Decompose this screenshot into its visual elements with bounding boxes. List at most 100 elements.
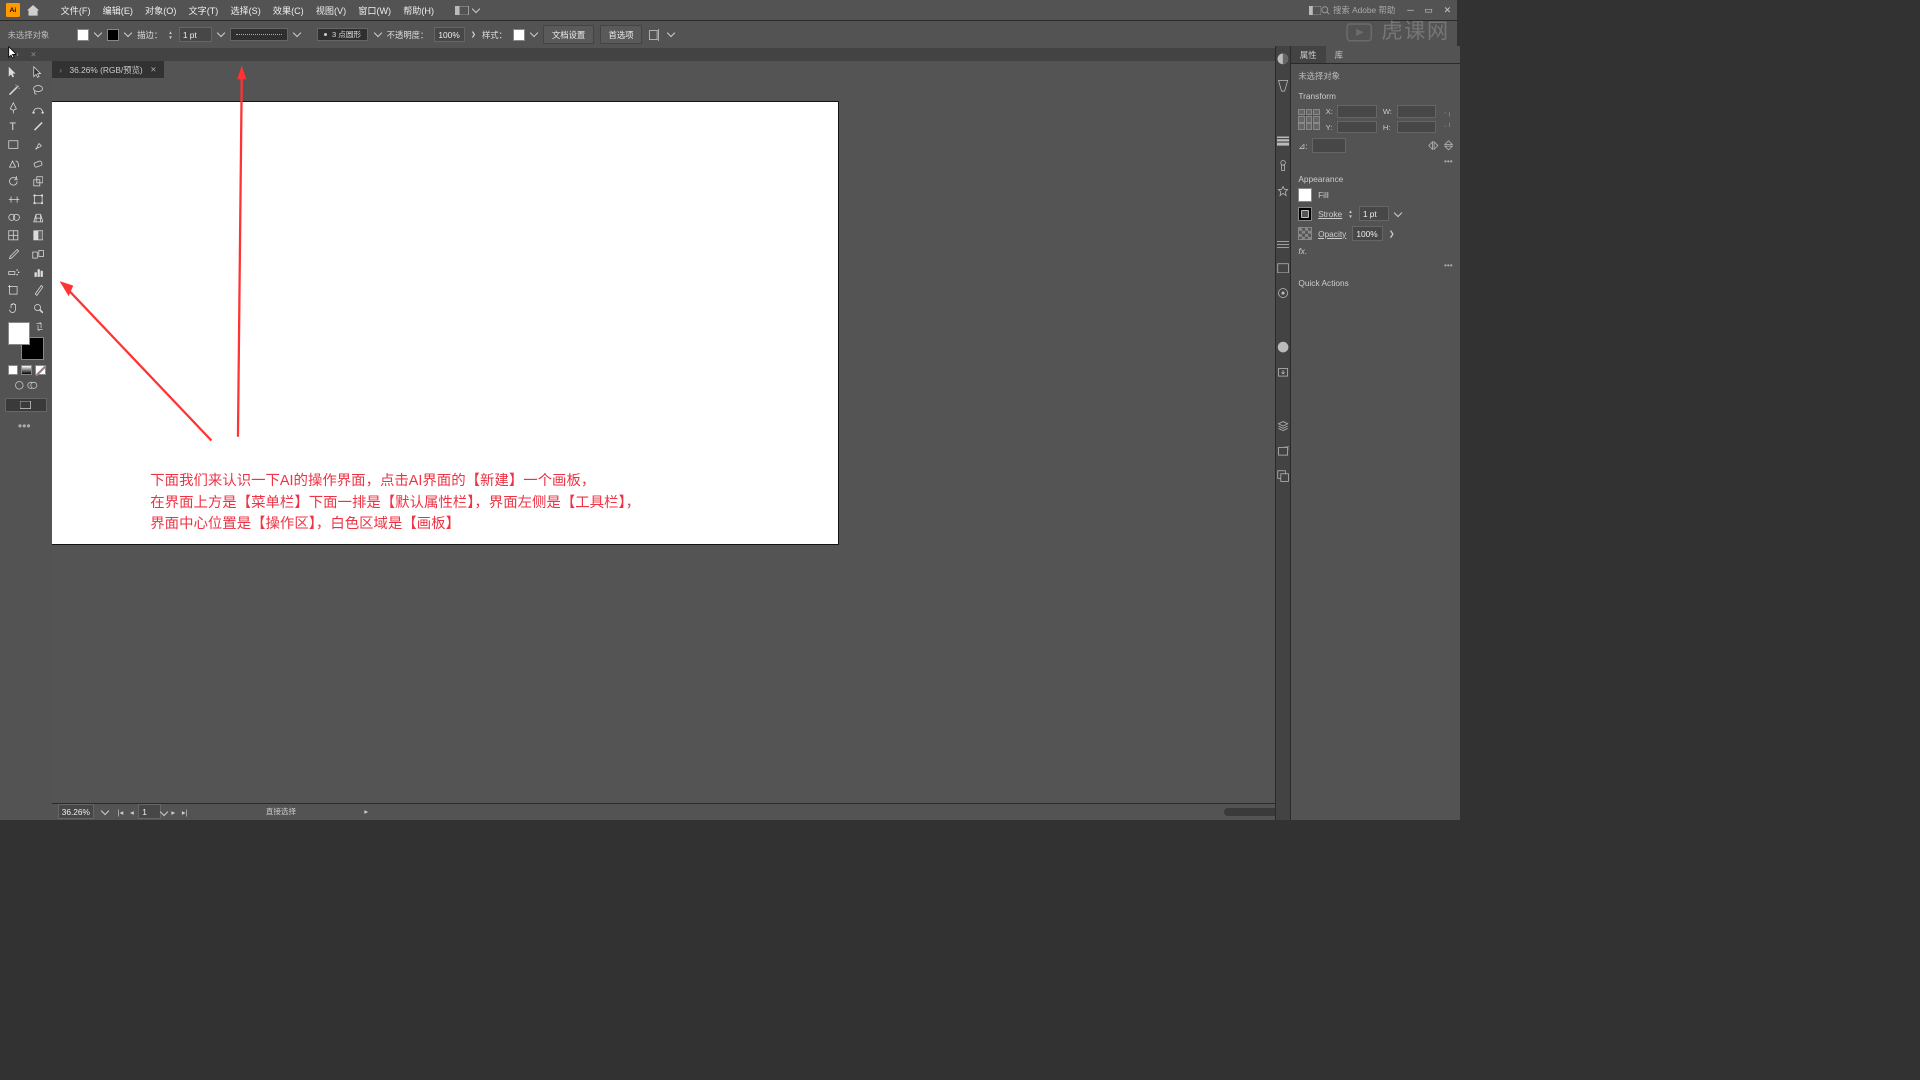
panel-opacity-input[interactable] <box>1352 226 1382 241</box>
stroke-swatch[interactable] <box>107 29 119 41</box>
style-swatch[interactable] <box>513 29 525 41</box>
color-mode-gradient[interactable] <box>21 365 32 376</box>
stroke-width-input[interactable] <box>179 27 212 42</box>
shaper-tool[interactable] <box>3 155 24 172</box>
artboards-panel-icon[interactable] <box>1277 446 1289 457</box>
transform-x-input[interactable] <box>1337 105 1376 118</box>
transform-w-input[interactable] <box>1397 105 1436 118</box>
panel-stroke-width-input[interactable] <box>1359 206 1389 221</box>
transform-panel-icon[interactable] <box>1277 263 1289 274</box>
selection-tool[interactable] <box>3 64 24 81</box>
draw-behind-icon[interactable] <box>27 380 38 391</box>
zoom-tool[interactable] <box>27 300 48 317</box>
preferences-button[interactable]: 首选项 <box>600 25 642 44</box>
menu-type[interactable]: 文字(T) <box>182 3 224 17</box>
draw-normal-icon[interactable] <box>14 380 25 391</box>
stroke-stepper[interactable]: ▲▼ <box>168 30 173 40</box>
pen-tool[interactable] <box>3 100 24 117</box>
stroke-stepper[interactable]: ▲▼ <box>1348 209 1353 219</box>
transform-angle-input[interactable] <box>1312 138 1345 153</box>
rectangle-tool[interactable] <box>3 136 24 153</box>
tab-properties[interactable]: 属性 <box>1291 46 1326 63</box>
status-flyout-icon[interactable]: ▸ <box>364 807 368 816</box>
color-mode-solid[interactable] <box>8 365 19 376</box>
toolbar-more-icon[interactable]: ••• <box>2 419 48 433</box>
tab-close-icon[interactable]: ✕ <box>150 65 156 74</box>
free-transform-tool[interactable] <box>27 191 48 208</box>
type-tool[interactable]: T <box>3 118 24 135</box>
slice-tool[interactable] <box>27 282 48 299</box>
menu-file[interactable]: 文件(F) <box>55 3 97 17</box>
close-icon[interactable]: ✕ <box>1444 5 1452 16</box>
paintbrush-tool[interactable] <box>27 136 48 153</box>
window-mode-icon[interactable] <box>1309 6 1321 15</box>
screen-mode-button[interactable] <box>5 398 48 412</box>
menu-select[interactable]: 选择(S) <box>224 3 266 17</box>
link-wh-icon[interactable] <box>1442 112 1453 127</box>
color-panel-icon[interactable] <box>1276 52 1290 66</box>
first-page-icon[interactable]: |◂ <box>118 808 124 817</box>
links-panel-icon[interactable] <box>1277 470 1289 482</box>
prev-page-icon[interactable]: ◂ <box>130 808 134 817</box>
magic-wand-tool[interactable] <box>3 82 24 99</box>
tab-close-icon[interactable]: ✕ <box>30 50 36 59</box>
minimize-icon[interactable]: ─ <box>1407 5 1413 16</box>
stroke-dropdown-icon[interactable] <box>124 29 133 38</box>
menu-view[interactable]: 视图(V) <box>310 3 352 17</box>
symbols-panel-icon[interactable] <box>1277 185 1289 197</box>
flip-h-icon[interactable] <box>1428 141 1439 150</box>
layout-switcher[interactable] <box>455 6 479 15</box>
transform-h-input[interactable] <box>1397 121 1436 134</box>
dash-preview[interactable] <box>230 28 288 42</box>
column-graph-tool[interactable] <box>27 264 48 281</box>
brush-preset[interactable]: 3 点圆形 <box>317 28 369 42</box>
swatches-panel-icon[interactable] <box>1277 79 1289 93</box>
gradient-tool[interactable] <box>27 227 48 244</box>
canvas-area[interactable]: › 36.26% (RGB/预览) ✕ 下面我们来认识一下AI的操作界面，点击A… <box>52 61 1458 819</box>
home-icon[interactable] <box>27 5 39 16</box>
width-tool[interactable] <box>3 191 24 208</box>
mesh-tool[interactable] <box>3 227 24 244</box>
graphic-styles-icon[interactable] <box>1277 341 1289 353</box>
align-icon[interactable] <box>648 29 662 41</box>
blend-tool[interactable] <box>27 246 48 263</box>
zoom-input[interactable] <box>58 804 94 819</box>
stroke-width-dd-icon[interactable] <box>217 29 226 38</box>
document-setup-button[interactable]: 文档设置 <box>543 25 593 44</box>
direct-selection-tool[interactable] <box>27 64 48 81</box>
tab-library[interactable]: 库 <box>1326 46 1353 63</box>
perspective-grid-tool[interactable] <box>27 209 48 226</box>
brushes-panel-icon[interactable] <box>1277 159 1289 171</box>
fill-swatch[interactable] <box>77 29 89 41</box>
stroke-color-swatch[interactable] <box>1298 207 1312 221</box>
menu-object[interactable]: 对象(O) <box>139 3 182 17</box>
eraser-tool[interactable] <box>27 155 48 172</box>
artboard-tool[interactable] <box>3 282 24 299</box>
layers-panel-icon[interactable] <box>1277 420 1289 432</box>
curvature-tool[interactable] <box>27 100 48 117</box>
hand-tool[interactable] <box>3 300 24 317</box>
menu-effect[interactable]: 效果(C) <box>267 3 310 17</box>
opacity-link[interactable]: Opacity <box>1318 229 1346 239</box>
last-page-icon[interactable]: ▸| <box>182 808 188 817</box>
appearance-more-icon[interactable]: ••• <box>1298 260 1452 270</box>
opacity-flyout-icon[interactable]: ❯ <box>471 31 476 38</box>
stroke-panel-icon[interactable] <box>1277 135 1289 146</box>
line-tool[interactable] <box>27 118 48 135</box>
artboard-number-input[interactable] <box>138 804 161 819</box>
fill-stroke-colorbox[interactable] <box>8 322 44 360</box>
scale-tool[interactable] <box>27 173 48 190</box>
menu-edit[interactable]: 编辑(E) <box>97 3 139 17</box>
opacity-input[interactable] <box>434 27 464 42</box>
fill-color-swatch[interactable] <box>1298 188 1312 202</box>
fill-dropdown-icon[interactable] <box>93 29 102 38</box>
shape-builder-tool[interactable] <box>3 209 24 226</box>
transform-more-icon[interactable]: ••• <box>1298 156 1452 166</box>
opacity-swatch[interactable] <box>1298 227 1312 241</box>
document-tab[interactable]: › 36.26% (RGB/预览) ✕ <box>52 61 165 78</box>
menu-window[interactable]: 窗口(W) <box>352 3 397 17</box>
appearance-panel-icon[interactable] <box>1277 287 1289 299</box>
menu-help[interactable]: 帮助(H) <box>397 3 440 17</box>
transform-y-input[interactable] <box>1337 121 1376 134</box>
lasso-tool[interactable] <box>27 82 48 99</box>
